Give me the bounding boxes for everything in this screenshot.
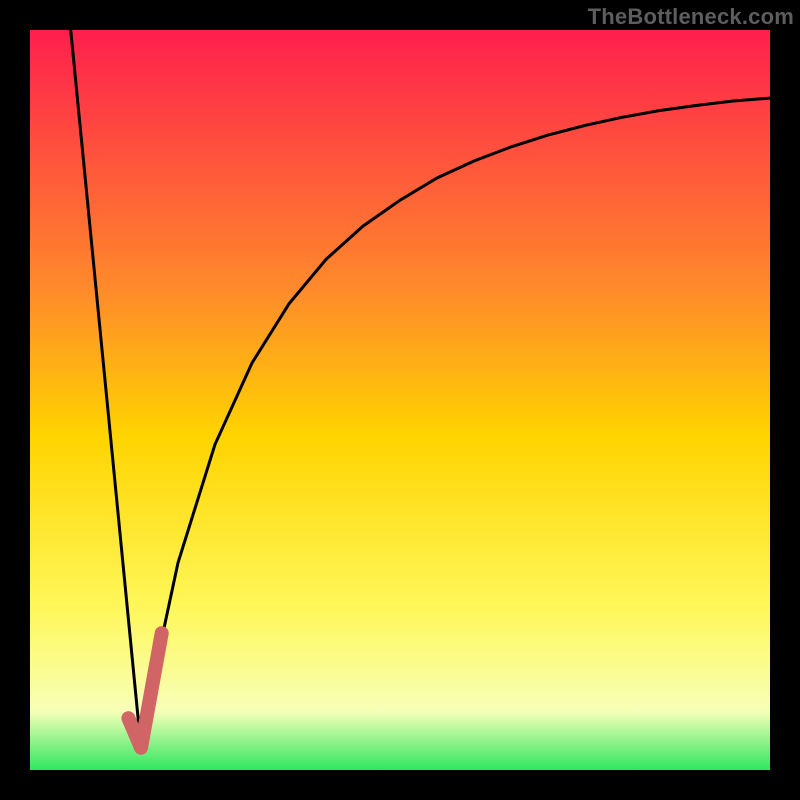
chart-frame: TheBottleneck.com <box>0 0 800 800</box>
chart-svg <box>30 30 770 770</box>
gradient-background <box>30 30 770 770</box>
watermark-text: TheBottleneck.com <box>588 4 794 30</box>
plot-area <box>30 30 770 770</box>
